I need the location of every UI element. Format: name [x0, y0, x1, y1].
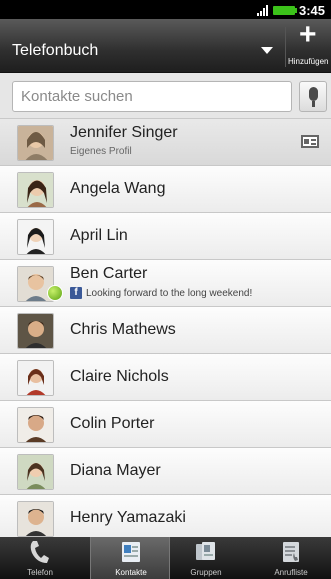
tab-kontakte[interactable]: Kontakte: [90, 537, 170, 579]
tab-label: Telefon: [27, 568, 53, 577]
status-bar: 3:45: [0, 0, 331, 19]
contacts-icon: [122, 542, 140, 562]
avatar: [17, 313, 54, 349]
tab-label: Anrufliste: [274, 568, 308, 577]
contact-name: Colin Porter: [70, 415, 155, 432]
phone-icon: [30, 541, 49, 563]
contact-name: Chris Mathews: [70, 321, 176, 338]
contact-subtitle: Eigenes Profil: [70, 146, 132, 157]
contact-name: Angela Wang: [70, 180, 166, 197]
search-input[interactable]: [12, 81, 292, 112]
avatar: [17, 219, 54, 255]
plus-icon: +: [299, 18, 317, 51]
contact-name: Diana Mayer: [70, 462, 161, 479]
chevron-down-icon[interactable]: [261, 47, 273, 54]
profile-card-icon[interactable]: [299, 131, 321, 153]
avatar: [17, 125, 54, 161]
battery-icon: [273, 6, 297, 15]
add-contact-button[interactable]: + Hinzufügen: [286, 19, 331, 73]
groups-icon: [196, 542, 215, 560]
avatar: [17, 360, 54, 396]
contact-row-ben-carter[interactable]: Ben Carter f Looking forward to the long…: [0, 260, 331, 307]
online-status-icon: [47, 285, 63, 301]
contact-row-april-lin[interactable]: April Lin: [0, 213, 331, 260]
voice-search-button[interactable]: [299, 81, 327, 112]
call-history-icon: [283, 542, 299, 562]
contact-row-claire-nichols[interactable]: Claire Nichols: [0, 354, 331, 401]
contact-status: f Looking forward to the long weekend!: [70, 287, 252, 299]
status-time: 3:45: [299, 3, 326, 18]
contact-row-colin-porter[interactable]: Colin Porter: [0, 401, 331, 448]
bottom-tab-bar: Telefon Kontakte Gruppen Anrufliste: [0, 537, 331, 579]
tab-label: Kontakte: [115, 568, 147, 577]
contact-row-henry-yamazaki[interactable]: Henry Yamazaki: [0, 495, 331, 537]
contact-row-diana-mayer[interactable]: Diana Mayer: [0, 448, 331, 495]
signal-icon: [257, 5, 269, 16]
contact-list[interactable]: Jennifer Singer Eigenes Profil Angela Wa…: [0, 119, 331, 537]
contact-name: Henry Yamazaki: [70, 509, 186, 526]
tab-gruppen[interactable]: Gruppen: [166, 537, 246, 579]
add-contact-label: Hinzufügen: [288, 57, 329, 66]
microphone-icon: [309, 87, 318, 101]
status-text: Looking forward to the long weekend!: [86, 287, 253, 299]
contact-row-chris-mathews[interactable]: Chris Mathews: [0, 307, 331, 354]
contact-name: Ben Carter: [70, 265, 148, 282]
avatar: [17, 454, 54, 490]
search-bar: [0, 73, 331, 119]
page-title[interactable]: Telefonbuch: [12, 42, 98, 60]
avatar: [17, 501, 54, 537]
contact-name: Claire Nichols: [70, 368, 169, 385]
contact-name: Jennifer Singer: [70, 124, 178, 141]
contact-row-angela-wang[interactable]: Angela Wang: [0, 166, 331, 213]
tab-label: Gruppen: [190, 568, 222, 577]
contact-name: April Lin: [70, 227, 128, 244]
avatar: [17, 407, 54, 443]
tab-anrufliste[interactable]: Anrufliste: [251, 537, 331, 579]
app-header: Telefonbuch + Hinzufügen: [0, 19, 331, 73]
contact-row-jennifer-singer[interactable]: Jennifer Singer Eigenes Profil: [0, 119, 331, 166]
tab-telefon[interactable]: Telefon: [0, 537, 80, 579]
facebook-icon: f: [70, 287, 82, 299]
avatar: [17, 172, 54, 208]
